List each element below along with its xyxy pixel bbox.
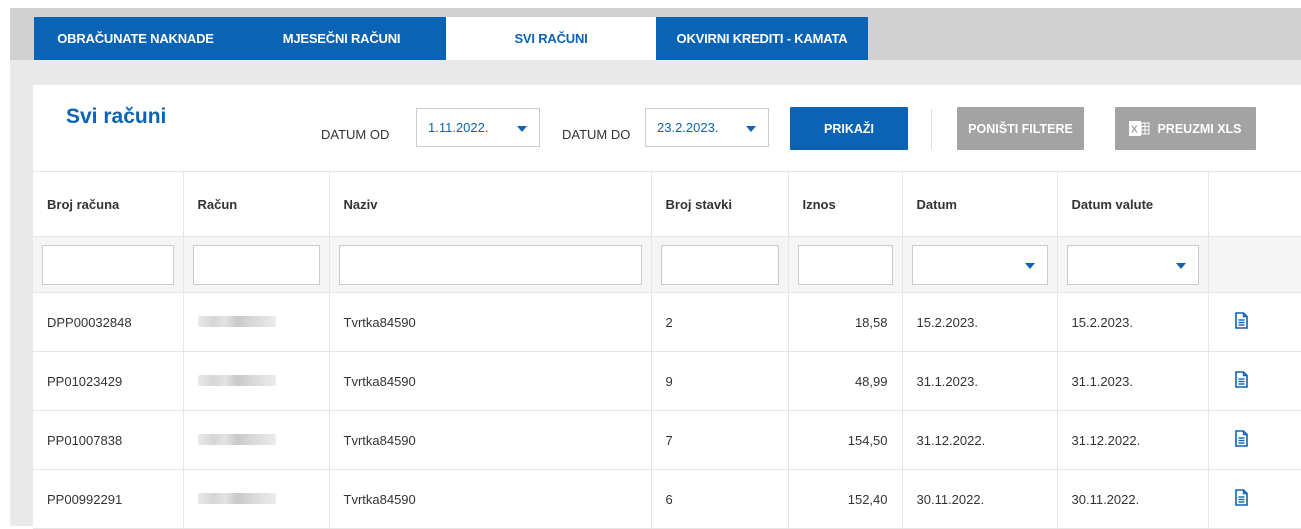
page-title: Svi računi — [66, 105, 167, 128]
divider — [931, 109, 932, 149]
cell-broj-racuna: PP01023429 — [33, 351, 184, 411]
show-button[interactable]: PRIKAŽI — [790, 107, 908, 150]
cell-datum: 31.1.2023. — [902, 351, 1058, 411]
caret-down-icon — [517, 126, 527, 132]
cell-broj-stavki: 9 — [651, 351, 789, 411]
column-header-datum-valute[interactable]: Datum valute — [1057, 171, 1209, 237]
tab-okvirni-krediti-kamata[interactable]: OKVIRNI KREDITI - KAMATA — [656, 17, 868, 60]
cell-iznos: 48,99 — [788, 351, 903, 411]
cell-naziv: Tvrtka84590 — [329, 410, 652, 470]
redacted-value — [197, 374, 276, 386]
date-from-value: 1.11.2022. — [428, 120, 489, 135]
cell-action — [1208, 351, 1301, 411]
filter-broj-stavki-input[interactable] — [660, 244, 779, 285]
cell-racun — [183, 351, 330, 411]
cell-action — [1208, 410, 1301, 470]
cell-iznos: 18,58 — [788, 292, 903, 352]
document-icon[interactable] — [1234, 312, 1248, 332]
page-background: OBRAČUNATE NAKNADE MJESEČNI RAČUNI SVI R… — [10, 8, 1301, 529]
cell-iznos: 154,50 — [788, 410, 903, 470]
date-to-label: DATUM DO — [562, 127, 631, 142]
document-icon[interactable] — [1234, 430, 1248, 450]
cell-broj-stavki: 6 — [651, 469, 789, 529]
cell-action — [1208, 469, 1301, 529]
cell-naziv: Tvrtka84590 — [329, 351, 652, 411]
cell-datum-valute: 31.1.2023. — [1057, 351, 1209, 411]
document-icon[interactable] — [1234, 489, 1248, 509]
download-xls-button[interactable]: X PREUZMI XLS — [1115, 107, 1256, 150]
caret-down-icon — [1024, 262, 1035, 269]
cell-iznos: 152,40 — [788, 469, 903, 529]
column-header-datum[interactable]: Datum — [902, 171, 1058, 237]
table-row: PP01023429 Tvrtka84590 9 48,99 31.1.2023… — [33, 351, 1301, 411]
cell-naziv: Tvrtka84590 — [329, 469, 652, 529]
date-from-label: DATUM OD — [321, 127, 390, 142]
table-row: PP00992291 Tvrtka84590 6 152,40 30.11.20… — [33, 469, 1301, 529]
column-header-broj-racuna[interactable]: Broj računa — [33, 171, 184, 237]
cell-racun — [183, 469, 330, 529]
cell-datum-valute: 30.11.2022. — [1057, 469, 1209, 529]
filter-datum-select[interactable] — [911, 244, 1048, 285]
cell-datum-valute: 15.2.2023. — [1057, 292, 1209, 352]
cell-naziv: Tvrtka84590 — [329, 292, 652, 352]
filter-datum-valute-select[interactable] — [1066, 244, 1199, 285]
cell-broj-stavki: 2 — [651, 292, 789, 352]
column-header-iznos[interactable]: Iznos — [788, 171, 903, 237]
tab-bar: OBRAČUNATE NAKNADE MJESEČNI RAČUNI SVI R… — [10, 8, 1301, 60]
redacted-value — [197, 492, 276, 504]
filter-iznos-input[interactable] — [797, 244, 893, 285]
column-header-racun[interactable]: Račun — [183, 171, 330, 237]
cell-datum: 15.2.2023. — [902, 292, 1058, 352]
table-row: PP01007838 Tvrtka84590 7 154,50 31.12.20… — [33, 410, 1301, 470]
date-to-select[interactable]: 23.2.2023. — [645, 108, 769, 147]
filter-naziv-input[interactable] — [338, 244, 642, 285]
caret-down-icon — [746, 126, 756, 132]
redacted-value — [197, 433, 276, 445]
column-header-actions — [1208, 171, 1301, 237]
download-xls-label: PREUZMI XLS — [1157, 121, 1242, 136]
invoices-table: Broj računa Račun Naziv Broj stavki Izno… — [33, 171, 1301, 529]
tab-mjesecni-racuni[interactable]: MJESEČNI RAČUNI — [237, 17, 446, 60]
cell-racun — [183, 410, 330, 470]
cell-broj-stavki: 7 — [651, 410, 789, 470]
excel-icon: X — [1129, 121, 1150, 136]
svg-text:X: X — [1131, 125, 1138, 136]
column-header-broj-stavki[interactable]: Broj stavki — [651, 171, 789, 237]
invoices-panel: Svi računi DATUM OD 1.11.2022. DATUM DO … — [33, 85, 1301, 529]
date-from-select[interactable]: 1.11.2022. — [416, 108, 540, 147]
table-row: DPP00032848 Tvrtka84590 2 18,58 15.2.202… — [33, 292, 1301, 352]
cell-datum-valute: 31.12.2022. — [1057, 410, 1209, 470]
cell-datum: 30.11.2022. — [902, 469, 1058, 529]
date-to-value: 23.2.2023. — [657, 120, 719, 135]
cell-broj-racuna: PP00992291 — [33, 469, 184, 529]
cell-datum: 31.12.2022. — [902, 410, 1058, 470]
filter-racun-input[interactable] — [192, 244, 320, 285]
tab-svi-racuni[interactable]: SVI RAČUNI — [446, 17, 656, 60]
reset-filters-button[interactable]: PONIŠTI FILTERE — [957, 107, 1084, 150]
table-header: Broj računa Račun Naziv Broj stavki Izno… — [33, 171, 1301, 237]
cell-racun — [183, 292, 330, 352]
caret-down-icon — [1175, 262, 1186, 269]
column-header-naziv[interactable]: Naziv — [329, 171, 652, 237]
filter-broj-racuna-input[interactable] — [42, 244, 174, 285]
cell-broj-racuna: PP01007838 — [33, 410, 184, 470]
cell-broj-racuna: DPP00032848 — [33, 292, 184, 352]
filter-row — [33, 236, 1301, 293]
document-icon[interactable] — [1234, 371, 1248, 391]
tab-obracunate-naknade[interactable]: OBRAČUNATE NAKNADE — [34, 17, 237, 60]
cell-action — [1208, 292, 1301, 352]
redacted-value — [197, 315, 276, 327]
